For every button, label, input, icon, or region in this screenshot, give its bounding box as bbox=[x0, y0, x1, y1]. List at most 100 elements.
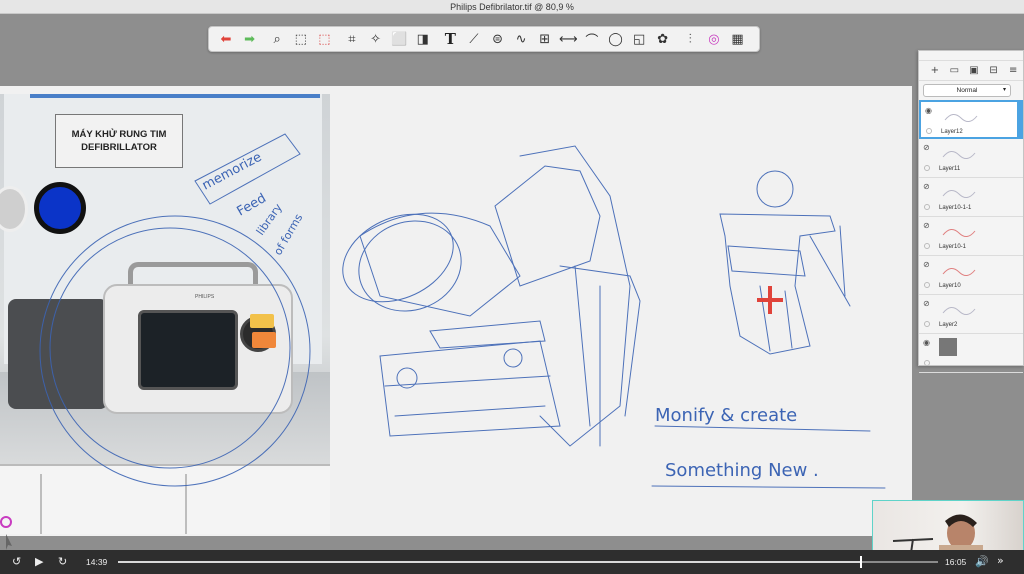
eye-off-icon[interactable]: ⊘ bbox=[923, 182, 930, 191]
layer-option-dot[interactable] bbox=[924, 165, 930, 171]
shape-icon: ◱ bbox=[632, 31, 646, 47]
layer-option-dot[interactable] bbox=[924, 360, 930, 366]
drawing-canvas[interactable]: MÁY KHỬ RUNG TIM DEFIBRILLATOR PHILIPS m… bbox=[0, 86, 912, 536]
layer-thumbnail bbox=[939, 299, 979, 319]
stroke-tool-button[interactable]: ⌒ bbox=[581, 28, 603, 50]
eye-icon[interactable]: ◉ bbox=[923, 338, 930, 347]
stamp-icon: ✿ bbox=[657, 31, 669, 47]
text-tool-button[interactable]: T bbox=[439, 28, 461, 50]
double-chevron-right-icon: » bbox=[997, 554, 1004, 567]
layer-row[interactable]: ⊘ Layer2 bbox=[919, 295, 1023, 334]
layer-option-dot[interactable] bbox=[924, 204, 930, 210]
ruler-icon: ⟋ bbox=[469, 31, 479, 47]
sketch-stroke bbox=[384, 375, 551, 417]
shape-tool-button[interactable]: ◱ bbox=[628, 28, 650, 50]
sketch-figure bbox=[809, 225, 851, 307]
eye-off-icon[interactable]: ⊘ bbox=[923, 260, 930, 269]
color-wheel-tool-button[interactable]: ◎ bbox=[703, 28, 725, 50]
eye-off-icon[interactable]: ⊘ bbox=[923, 299, 930, 308]
layer-name: Layer10 bbox=[939, 283, 961, 289]
layer-option-dot[interactable] bbox=[924, 282, 930, 288]
layer-row[interactable]: ◉ Layer12 bbox=[919, 100, 1023, 139]
layer-thumbnail bbox=[939, 260, 979, 280]
magic-wand-tool-button[interactable]: ✧ bbox=[365, 28, 387, 50]
add-layer-icon[interactable]: + bbox=[925, 65, 945, 76]
eye-off-icon[interactable]: ⊘ bbox=[923, 143, 930, 152]
mirror-tool-button[interactable]: ⟷ bbox=[557, 28, 579, 50]
layers-panel: + ▭ ▣ ⊟ ≡ Normal ▾ ◉ Layer12 ⊘ Layer11 ⊘ Layer10-… bbox=[918, 50, 1024, 373]
merge-icon[interactable]: ⊟ bbox=[984, 65, 1004, 76]
left-tool-strip bbox=[0, 512, 16, 552]
transform-icon: ⬜ bbox=[391, 31, 408, 47]
layer-name: Layer2 bbox=[939, 322, 958, 328]
stamp-tool-button[interactable]: ✿ bbox=[652, 28, 674, 50]
folder-icon[interactable]: ▭ bbox=[945, 65, 965, 76]
sketch-figure bbox=[759, 285, 793, 352]
note-memorize: memorize bbox=[200, 150, 264, 194]
layer-list: ◉ Layer12 ⊘ Layer11 ⊘ Layer10-1-1 ⊘ Layer10-1 ⊘ L… bbox=[919, 100, 1023, 373]
skip-forward-button[interactable]: ↻ bbox=[58, 555, 67, 568]
play-button[interactable]: ▶ bbox=[35, 555, 43, 568]
crop-tool-button[interactable]: ⌗ bbox=[341, 28, 363, 50]
transform-tool-button[interactable]: ⬜ bbox=[388, 28, 410, 50]
eye-icon[interactable]: ◉ bbox=[925, 106, 932, 115]
layer-thumbnail bbox=[939, 182, 979, 202]
seek-progress bbox=[118, 561, 861, 563]
tool-bar: ⬅ ➡ ⌕ ⬚ ⬚ ⌗ ✧ ⬜ ◨ T ⟋ ⊜ ∿ ⊞ ⟷ ⌒ ◯ ◱ ✿ ⫶ ◎ ▦ bbox=[208, 26, 760, 52]
panel-icon-row: + ▭ ▣ ⊟ ≡ bbox=[919, 61, 1023, 81]
layer-row[interactable]: ⊘ Layer11 bbox=[919, 139, 1023, 178]
blend-mode-value: Normal bbox=[956, 87, 978, 94]
window-title: Philips Defibrilator.tif @ 80,9 % bbox=[0, 0, 1024, 14]
layer-option-dot[interactable] bbox=[926, 128, 932, 134]
ellipse-tool-button[interactable]: ◯ bbox=[605, 28, 627, 50]
image-icon[interactable]: ▣ bbox=[964, 65, 984, 76]
rect-select-icon: ⬚ bbox=[294, 31, 307, 47]
menu-icon[interactable]: ≡ bbox=[1003, 65, 1023, 76]
undo-icon: ⬅ bbox=[220, 31, 232, 47]
skip-back-button[interactable]: ↺ bbox=[12, 555, 21, 568]
layer-option-dot[interactable] bbox=[924, 243, 930, 249]
play-icon: ▶ bbox=[35, 555, 44, 568]
sketch-stroke bbox=[503, 348, 523, 368]
layer-name: Layer11 bbox=[939, 166, 961, 172]
blend-mode-select[interactable]: Normal ▾ bbox=[923, 84, 1011, 97]
layer-option-dot[interactable] bbox=[924, 321, 930, 327]
fast-forward-button[interactable]: » bbox=[997, 554, 1004, 567]
rect-select-tool-button[interactable]: ⬚ bbox=[290, 28, 312, 50]
layer-name: Layer10-1 bbox=[939, 244, 967, 250]
webcam-overlay bbox=[872, 500, 1024, 552]
layer-row[interactable]: ◉ bbox=[919, 334, 1023, 373]
layer-thumbnail bbox=[939, 143, 979, 163]
current-color-well[interactable] bbox=[34, 182, 86, 234]
sketch-circle bbox=[39, 215, 311, 487]
layer-row[interactable]: ⊘ Layer10-1-1 bbox=[919, 178, 1023, 217]
layers-tool-button[interactable]: ▦ bbox=[726, 28, 748, 50]
ruler-tool-button[interactable]: ⟋ bbox=[463, 28, 485, 50]
end-time: 16:05 bbox=[945, 557, 967, 567]
webcam-person bbox=[892, 514, 983, 551]
seek-handle[interactable] bbox=[860, 556, 862, 568]
sketch-ellipse bbox=[358, 220, 462, 312]
redo-tool-button[interactable]: ➡ bbox=[239, 28, 261, 50]
sketch-stroke bbox=[494, 165, 601, 287]
video-player-bar: ↺ ▶ ↻ 14:39 16:05 🔊 » bbox=[0, 550, 1024, 574]
undo-tool-button[interactable]: ⬅ bbox=[215, 28, 237, 50]
symmetry-tool-button[interactable]: ⊜ bbox=[487, 28, 509, 50]
volume-button[interactable]: 🔊 bbox=[975, 555, 989, 568]
layer-row[interactable]: ⊘ Layer10-1 bbox=[919, 217, 1023, 256]
sketch-stroke bbox=[519, 145, 631, 447]
layer-row[interactable]: ⊘ Layer10 bbox=[919, 256, 1023, 295]
lasso-select-tool-button[interactable]: ⬚ bbox=[313, 28, 335, 50]
brush-library-tool-button[interactable]: ⫶ bbox=[679, 28, 701, 50]
panel-header bbox=[919, 51, 1023, 61]
ellipse-icon: ◯ bbox=[608, 31, 623, 47]
chevron-down-icon: ▾ bbox=[1002, 87, 1006, 93]
zoom-tool-button[interactable]: ⌕ bbox=[266, 28, 288, 50]
perspective-tool-button[interactable]: ◨ bbox=[412, 28, 434, 50]
sketch-figure bbox=[727, 245, 806, 277]
grid-icon: ⊞ bbox=[539, 31, 551, 47]
current-time: 14:39 bbox=[86, 557, 108, 567]
curve-tool-button[interactable]: ∿ bbox=[510, 28, 532, 50]
eye-off-icon[interactable]: ⊘ bbox=[923, 221, 930, 230]
grid-tool-button[interactable]: ⊞ bbox=[534, 28, 556, 50]
